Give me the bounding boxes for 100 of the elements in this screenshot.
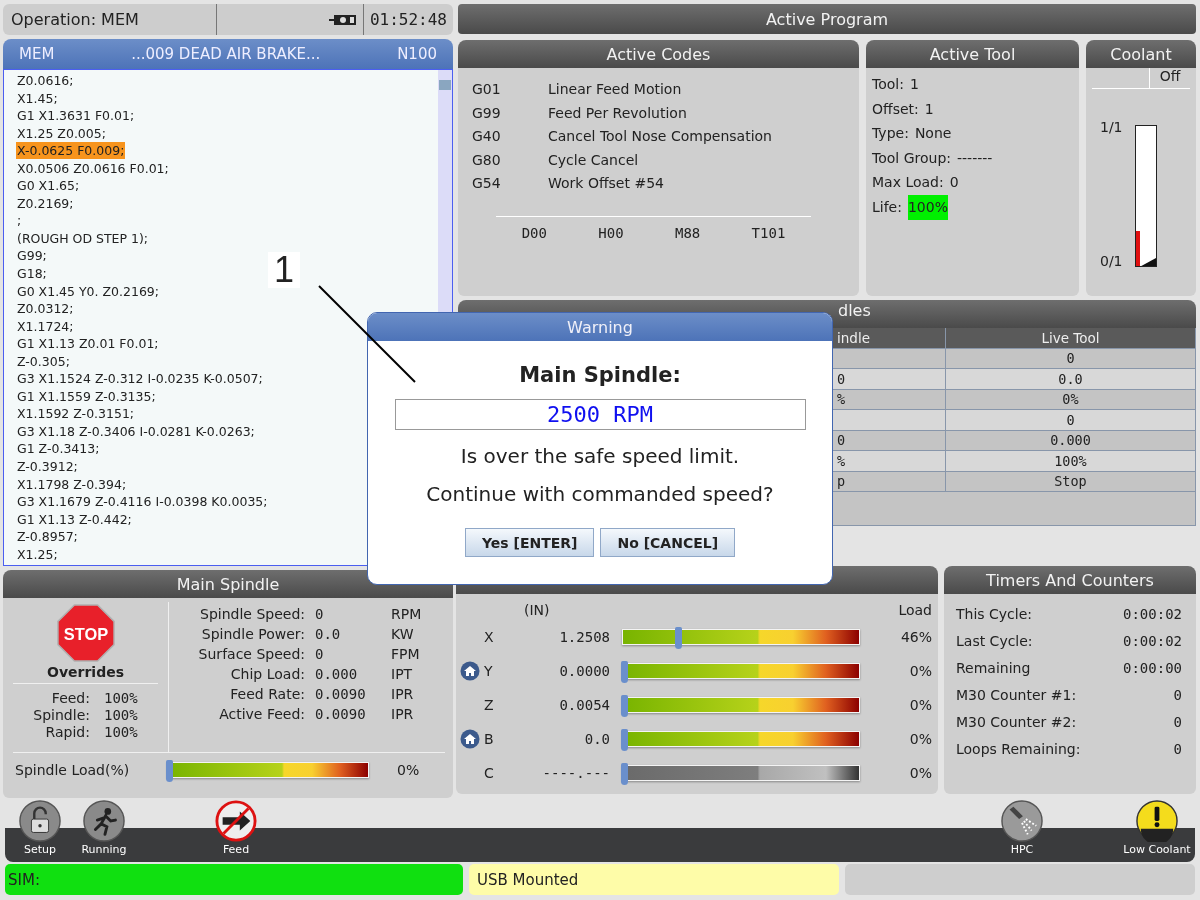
table-cell: % xyxy=(837,452,846,469)
panel-header: Active Tool xyxy=(866,40,1079,68)
table-cell-text: 0.0 xyxy=(1057,369,1084,389)
table-cell: % xyxy=(837,391,846,408)
stat-unit: IPR xyxy=(391,706,415,724)
override-label: Rapid: xyxy=(44,724,90,740)
stat-value: 0.0 xyxy=(315,626,342,644)
timer-value: 0 xyxy=(1173,740,1182,757)
program-name: ...009 DEAD AIR BRAKE... xyxy=(131,45,321,63)
timer-label: Loops Remaining: xyxy=(956,740,1081,757)
code-description: Cancel Tool Nose Compensation xyxy=(548,127,773,145)
timer-value: 0 xyxy=(1173,686,1182,703)
stat-unit: IPR xyxy=(391,686,415,704)
code-value: H00 xyxy=(598,225,624,241)
icon-label: HPC xyxy=(1010,843,1034,856)
load-reading: 0% xyxy=(908,731,932,747)
panel-title: dles xyxy=(838,300,871,320)
axis-label: C xyxy=(484,765,495,781)
block-number: N100 xyxy=(397,45,437,63)
g-code: G40 xyxy=(472,127,502,145)
stat-label: Spindle Power: xyxy=(200,626,305,644)
clock: 01:52:48 xyxy=(362,4,453,35)
g-code: G01 xyxy=(472,80,502,98)
panel-header: Timers And Counters xyxy=(944,566,1196,594)
column-header: Live Tool xyxy=(1040,328,1101,348)
code-description: Cycle Cancel xyxy=(548,150,640,169)
timer-label: Remaining xyxy=(956,659,1031,676)
axis-position: 1.2508 xyxy=(558,629,610,645)
stat-label: Surface Speed: xyxy=(197,646,305,664)
table-cell: 0 xyxy=(837,432,846,449)
timer-value: 0:00:02 xyxy=(1123,632,1182,649)
stat-label: Feed Rate: xyxy=(229,686,305,704)
stat-unit: RPM xyxy=(391,606,423,624)
override-label: Feed: xyxy=(50,690,90,706)
axis-label: B xyxy=(484,731,495,747)
timer-value: 0:00:00 xyxy=(1123,659,1182,676)
override-value: 100% xyxy=(103,707,138,723)
speed-value: 2500 RPM xyxy=(394,399,806,430)
tool-value: 1 xyxy=(924,99,934,119)
load-reading: 0% xyxy=(908,697,932,713)
load-reading: 0% xyxy=(908,765,932,781)
axis-label: Y xyxy=(484,663,494,679)
axis-label: Z xyxy=(484,697,495,713)
sim-status: SIM: xyxy=(5,864,463,895)
code-description: Feed Per Revolution xyxy=(548,103,688,122)
panel-header: Coolant xyxy=(1086,40,1196,68)
timer-label: M30 Counter #1: xyxy=(956,686,1077,703)
spindle-load-label: Spindle Load(%) xyxy=(15,762,131,778)
stat-label: Active Feed: xyxy=(218,706,305,724)
tool-label: Offset: xyxy=(872,99,919,119)
stat-label: Spindle Speed: xyxy=(199,606,305,624)
program-mode: MEM xyxy=(19,45,55,63)
override-label: Spindle: xyxy=(33,707,90,723)
tool-label: Tool: xyxy=(872,75,904,94)
g-code: G80 xyxy=(472,150,502,169)
gauge-label: 1/1 xyxy=(1100,119,1123,135)
axis-label: X xyxy=(484,629,495,645)
stat-value: 0 xyxy=(315,646,325,664)
stat-label: Chip Load: xyxy=(229,666,305,684)
stat-value: 0 xyxy=(315,606,325,624)
tool-label: Life: xyxy=(872,197,902,217)
dialog-title: Warning xyxy=(368,313,832,341)
overrides-title: Overrides xyxy=(13,662,158,684)
table-cell-text: 100% xyxy=(1053,451,1088,471)
override-value: 100% xyxy=(103,690,138,706)
tool-value: ------- xyxy=(957,148,993,168)
dialog-heading: Main Spindle: xyxy=(519,363,681,387)
column-header: Load xyxy=(897,602,932,618)
stat-unit: KW xyxy=(391,626,415,644)
axis-position: 0.0 xyxy=(583,731,610,747)
stat-unit: IPT xyxy=(391,666,414,684)
table-cell: 0 xyxy=(837,370,846,387)
code-description: Work Offset #54 xyxy=(548,174,665,192)
table-cell-text: 0.000 xyxy=(1049,431,1092,450)
stat-value: 0.000 xyxy=(315,666,359,684)
timer-label: M30 Counter #2: xyxy=(956,713,1077,730)
stat-value: 0.0090 xyxy=(315,686,367,704)
tool-value: 100% xyxy=(907,194,948,220)
timer-label: This Cycle: xyxy=(956,605,1033,622)
load-reading: 0% xyxy=(908,663,932,679)
icon-label: Low Coolant xyxy=(1123,843,1191,856)
load-reading: 46% xyxy=(899,629,932,645)
unit-label: (IN) xyxy=(523,602,551,618)
tool-value: 0 xyxy=(949,173,959,193)
table-cell: p xyxy=(837,473,846,490)
code-value: D00 xyxy=(521,225,547,241)
table-cell-text: 0% xyxy=(1061,390,1080,409)
table-cell-text: 0 xyxy=(1065,349,1076,368)
code-description: Linear Feed Motion xyxy=(548,80,683,98)
dialog-message: Is over the safe speed limit. xyxy=(460,444,740,468)
tool-label: Tool Group: xyxy=(872,148,951,168)
timer-label: Last Cycle: xyxy=(956,632,1033,649)
load-reading: 0% xyxy=(397,762,420,778)
callout-number: 1 xyxy=(268,252,300,288)
tool-value: None xyxy=(914,124,952,144)
axis-position: 0.0054 xyxy=(558,697,610,713)
icon-label: Feed xyxy=(222,843,250,856)
axis-position: 0.0000 xyxy=(558,663,610,679)
axis-position: ----.--- xyxy=(541,765,610,781)
tool-label: Max Load: xyxy=(872,173,944,193)
